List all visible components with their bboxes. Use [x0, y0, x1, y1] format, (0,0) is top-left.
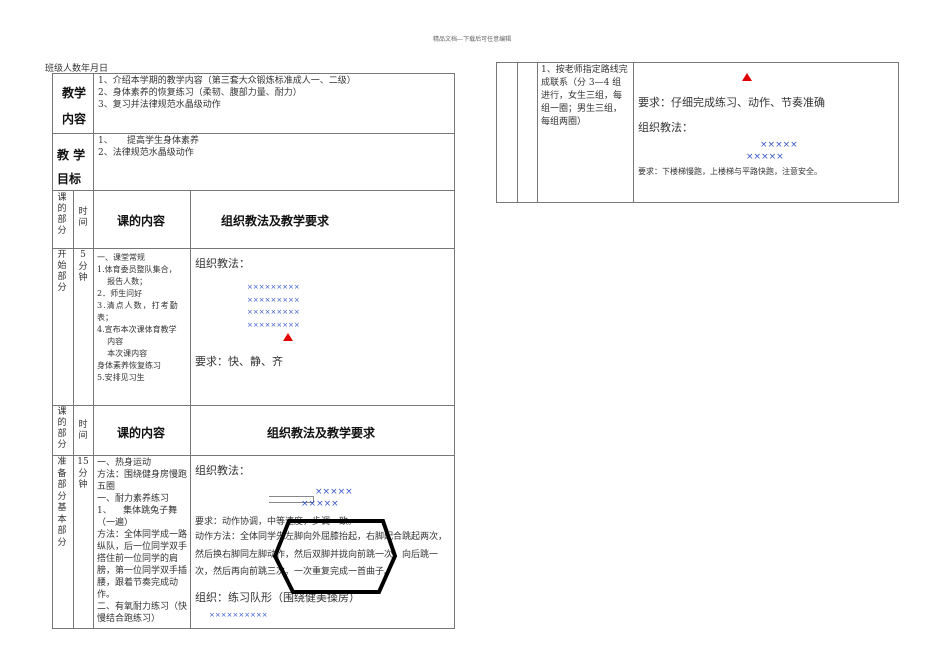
text: 分钟 [78, 469, 88, 490]
text: 一、课堂常规 [97, 253, 145, 262]
text: 方法：全体同学成一路纵队，后一位同学双手搭住前一位同学的肩膀，第一位同学双手插腰… [97, 530, 188, 600]
header-content: 课的内容 [117, 214, 166, 228]
text: 方法：围绕健身房慢跑五圈 [97, 470, 188, 492]
text: ×××××××××× [209, 611, 268, 619]
text: ××××××××× [247, 295, 300, 304]
watermark: 精品文档---下载后可任意编辑 [433, 36, 512, 43]
text: 一、热身运动 [97, 458, 152, 468]
text: 表； [97, 313, 113, 322]
start-content: 一、课堂常规 1.体育委员整队集合， 报告人数； 2．师生问好 3.清点人数，打… [93, 248, 191, 406]
text: 一、耐力素养练习 [97, 494, 170, 504]
text: 2．师生问好 [97, 289, 143, 298]
start-part: 开始部分 [57, 250, 67, 293]
text: 组织教法： [195, 464, 250, 477]
teacher-triangle-icon [742, 73, 752, 81]
text: 教学 [62, 86, 87, 100]
right-method: 要求：仔细完成练习、动作、节奏准确 组织教法： ××××× ××××× 要求：下楼… [633, 62, 899, 203]
text: 1、按老师指定路线完成联系（分 3—4 组进行，女生三组，每组一圈；男生三组，每… [541, 65, 628, 127]
teacher-triangle-icon [283, 333, 293, 341]
teaching-content-label: 教学 内容 [52, 73, 94, 134]
text: 1.体育委员整队集合， [97, 265, 177, 274]
text: ××××××××× [247, 320, 300, 329]
text: 时间 [78, 420, 88, 441]
prep-content: 一、热身运动 方法：围绕健身房慢跑五圈 一、耐力素养练习 1、 集体跳兔子舞（一… [93, 455, 191, 629]
right-content: 1、按老师指定路线完成联系（分 3—4 组进行，女生三组，每组一圈；男生三组，每… [537, 62, 634, 203]
text: 要求：下楼梯慢跑，上楼梯与平路快跑，注意安全。 [638, 167, 822, 176]
text: 1、 集体跳兔子舞（一遍） [97, 506, 178, 528]
text: 15 [77, 457, 89, 467]
text: ××××× [301, 499, 339, 509]
text: 教 学 [57, 148, 86, 162]
header-time: 时间 [78, 207, 88, 228]
text: 报告人数； [97, 277, 148, 286]
prep-part: 准备部分基本部分 [57, 457, 67, 548]
text: 3、复习并法律规范水晶级动作 [98, 100, 221, 110]
text: 要求：仔细完成练习、动作、节奏准确 [638, 96, 825, 109]
text: ××××××××× [247, 283, 300, 291]
start-time: 分钟 [78, 262, 88, 283]
text: ××××× [315, 487, 353, 497]
text: 课的部分 [57, 407, 67, 450]
formation-grid: ××××××××× ××××××××× ××××××××× ××××××××× [247, 281, 300, 331]
text: 1、介绍本学期的教学内容（第三套大众锻炼标准成人一、二级） [98, 76, 356, 86]
text: 要求：快、静、齐 [195, 355, 283, 368]
text: 二、有氧耐力练习（快慢结合跑练习） [97, 602, 188, 624]
text: 2、身体素养的恢复练习（柔韧、腹部力量、耐力） [98, 88, 302, 98]
hexagon-annotation [272, 519, 398, 594]
text: 身体素养恢复练习 [97, 361, 161, 370]
text: 1、 提高学生身体素养 [98, 136, 200, 146]
text: ××××× [746, 152, 784, 162]
teaching-goal-items: 1、 提高学生身体素养 2、法律规范水晶级动作 [93, 133, 455, 191]
document-page: 精品文档---下载后可任意编辑 班级人数年月日 教学 内容 1、介绍本学期的教学… [0, 0, 950, 672]
header-part: 课的部分 [57, 193, 67, 236]
text: 目标 [57, 172, 82, 186]
text: 5 [80, 250, 86, 260]
text: 5.安排见习生 [97, 373, 145, 382]
text: 4.宣布本次课体育教学 [97, 325, 177, 334]
start-method: 组织教法： ××××××××× ××××××××× ××××××××× ××××××… [190, 248, 455, 406]
prep-method: 组织教法： ××××× ××××× 要求：动作协调，中等速度，步调一致。 动作方法… [190, 455, 455, 629]
text: 内容 [97, 337, 124, 346]
text: ××××× [760, 140, 798, 150]
text: 组织教法及教学要求 [267, 426, 376, 440]
text: 内容 [62, 112, 87, 126]
header-method: 组织教法及教学要求 [221, 214, 330, 228]
teaching-goal-label: 教 学 目标 [52, 133, 94, 191]
text: 2、法律规范水晶级动作 [98, 148, 194, 158]
teaching-content-items: 1、介绍本学期的教学内容（第三套大众锻炼标准成人一、二级） 2、身体素养的恢复练… [93, 73, 455, 134]
text: 本次课内容 [97, 349, 148, 358]
text: 组织教法： [195, 257, 250, 270]
text: ××××××××× [247, 308, 300, 316]
text: 组织教法： [638, 121, 693, 134]
text: 课的内容 [117, 426, 166, 440]
text: 3.清点人数，打考勤 [97, 301, 179, 310]
